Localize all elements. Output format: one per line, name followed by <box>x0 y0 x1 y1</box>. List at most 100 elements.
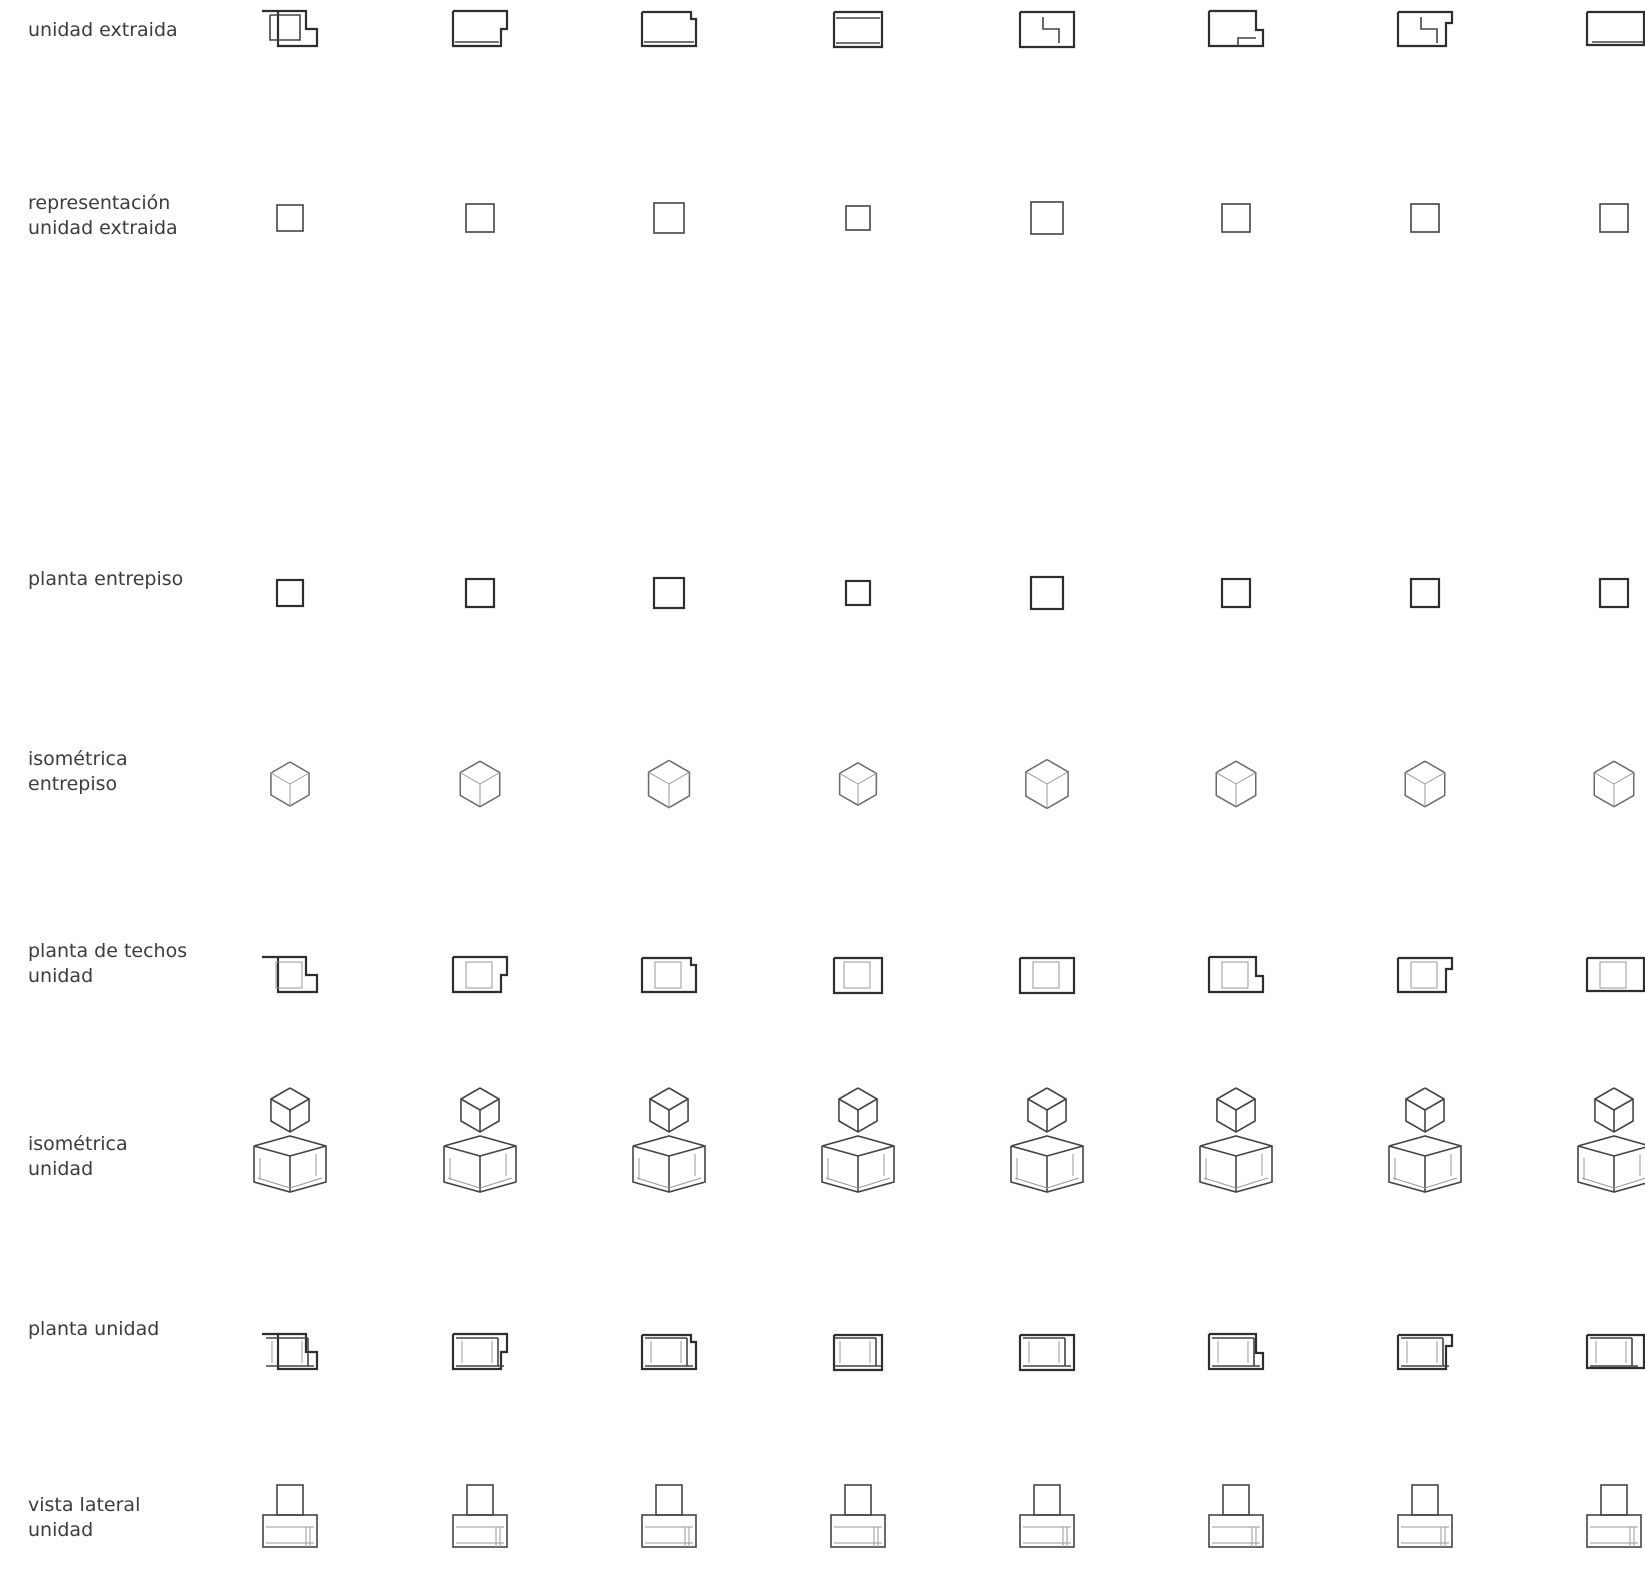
upper-volume-elevation <box>844 1484 872 1516</box>
wall-lines <box>1590 1337 1638 1367</box>
floorplan-outline <box>1396 1333 1454 1371</box>
isometrica-unidad-drawing-8 <box>1577 1087 1645 1193</box>
elevation-detail-lines <box>456 1526 504 1547</box>
planta-de-techos-unidad-drawing-1 <box>262 955 319 994</box>
lower-volume-elevation <box>641 1514 697 1548</box>
mezzanine-square <box>652 576 686 610</box>
lower-volume-elevation <box>452 1514 508 1548</box>
unit-square <box>845 205 871 231</box>
planta-entrepiso-drawing-2 <box>464 577 496 609</box>
wall-lines <box>1401 1337 1449 1367</box>
footprint-outline <box>1207 9 1265 48</box>
mezzanine-square <box>844 579 872 607</box>
representacion-unidad-extraida-drawing-4 <box>845 205 871 231</box>
representacion-unidad-extraida-drawing-1 <box>276 204 304 232</box>
isometrica-unidad-drawing-5 <box>1010 1087 1084 1193</box>
planta-de-techos-unidad-drawing-4 <box>832 956 884 995</box>
isometrica-unidad-drawing-6 <box>1199 1087 1273 1193</box>
floorplan-outline <box>1018 1333 1076 1372</box>
wall-lines <box>1023 1337 1071 1367</box>
inner-line <box>1420 17 1438 43</box>
mezzanine-square <box>1409 577 1441 609</box>
footprint-outline <box>1585 10 1645 47</box>
roof-outline <box>1396 956 1454 994</box>
floorplan-outline <box>451 1332 509 1371</box>
planta-entrepiso-drawing-5 <box>1029 575 1065 611</box>
planta-entrepiso-drawing-7 <box>1409 577 1441 609</box>
mezzanine-square <box>275 578 305 608</box>
row-label-planta-entrepiso: planta entrepiso <box>28 568 184 590</box>
planta-entrepiso-drawing-6 <box>1220 577 1252 609</box>
planta-unidad-drawing-4 <box>832 1333 884 1372</box>
lower-volume-elevation <box>1208 1514 1264 1548</box>
vista-lateral-unidad-drawing-5 <box>1019 1484 1075 1548</box>
isometrica-entrepiso-drawing-5 <box>1025 758 1069 810</box>
unidad-extraida-drawing-4 <box>832 10 884 49</box>
unidad-extraida-drawing-3 <box>640 10 698 48</box>
elevation-detail-lines <box>266 1526 314 1547</box>
planta-unidad-drawing-3 <box>640 1333 698 1371</box>
upper-volume-elevation <box>1600 1484 1628 1516</box>
roof-outline <box>640 956 698 994</box>
isometrica-unidad-drawing-7 <box>1388 1087 1462 1193</box>
base-volume <box>1577 1135 1645 1193</box>
representacion-unidad-extraida-drawing-6 <box>1221 203 1251 233</box>
row-label-planta-unidad: planta unidad <box>28 1318 160 1340</box>
unit-square <box>1599 203 1629 233</box>
unidad-extraida-drawing-6 <box>1207 9 1265 48</box>
planta-de-techos-unidad-drawing-8 <box>1585 956 1645 993</box>
planta-unidad-drawing-2 <box>451 1332 509 1371</box>
mezzanine-square <box>1220 577 1252 609</box>
planta-de-techos-unidad-drawing-5 <box>1018 956 1076 995</box>
roof-inner-square <box>843 961 871 989</box>
upper-volume-elevation <box>655 1484 683 1516</box>
planta-entrepiso-drawing-4 <box>844 579 872 607</box>
elevation-detail-lines <box>645 1526 693 1547</box>
vista-lateral-unidad-drawing-4 <box>830 1484 886 1548</box>
vista-lateral-unidad-drawing-1 <box>262 1484 318 1548</box>
elevation-detail-lines <box>1590 1526 1638 1547</box>
lower-volume-elevation <box>262 1514 318 1548</box>
planta-entrepiso-drawing-8 <box>1598 577 1630 609</box>
lower-volume-elevation <box>1586 1514 1642 1548</box>
planta-de-techos-unidad-drawing-6 <box>1207 955 1265 994</box>
inner-line <box>1042 17 1060 43</box>
wall-lines <box>834 1337 882 1367</box>
floorplan-outline <box>640 1333 698 1371</box>
unit-square <box>1221 203 1251 233</box>
inner-line <box>269 14 301 41</box>
vista-lateral-unidad-drawing-6 <box>1208 1484 1264 1548</box>
unit-square <box>653 202 685 234</box>
roof-inner-square <box>1032 961 1060 989</box>
drawing-sheet: unidad extraida representación unidad ex… <box>0 0 1645 1575</box>
isometrica-entrepiso-drawing-8 <box>1593 760 1635 808</box>
roof-inner-square <box>1599 961 1627 989</box>
planta-unidad-drawing-8 <box>1585 1333 1645 1370</box>
roof-inner-square <box>654 961 682 989</box>
unidad-extraida-drawing-1 <box>262 9 319 48</box>
row-label-planta-de-techos-unidad: planta de techos unidad <box>28 940 188 987</box>
planta-unidad-drawing-6 <box>1207 1332 1265 1371</box>
isometrica-entrepiso-drawing-7 <box>1404 760 1446 808</box>
planta-unidad-drawing-1 <box>262 1332 319 1371</box>
unidad-extraida-drawing-2 <box>451 9 509 48</box>
row-label-vista-lateral-unidad: vista lateral unidad <box>28 1494 141 1541</box>
planta-entrepiso-drawing-1 <box>275 578 305 608</box>
isometrica-unidad-drawing-3 <box>632 1087 706 1193</box>
unit-square <box>465 203 495 233</box>
isometrica-unidad-drawing-1 <box>253 1087 327 1193</box>
inner-line <box>836 17 880 44</box>
unidad-extraida-drawing-8 <box>1585 10 1645 47</box>
isometrica-unidad-drawing-4 <box>821 1087 895 1193</box>
mezzanine-square <box>1029 575 1065 611</box>
mezzanine-square <box>1598 577 1630 609</box>
row-label-representacion-unidad-extraida: representación unidad extraida <box>28 192 178 239</box>
unidad-extraida-drawing-7 <box>1396 10 1454 48</box>
representacion-unidad-extraida-drawing-8 <box>1599 203 1629 233</box>
representacion-unidad-extraida-drawing-3 <box>653 202 685 234</box>
representacion-unidad-extraida-drawing-5 <box>1030 201 1064 235</box>
roof-inner-square <box>1221 961 1249 989</box>
representacion-unidad-extraida-drawing-7 <box>1410 203 1440 233</box>
elevation-detail-lines <box>1401 1526 1449 1547</box>
isometrica-entrepiso-drawing-3 <box>647 759 691 809</box>
